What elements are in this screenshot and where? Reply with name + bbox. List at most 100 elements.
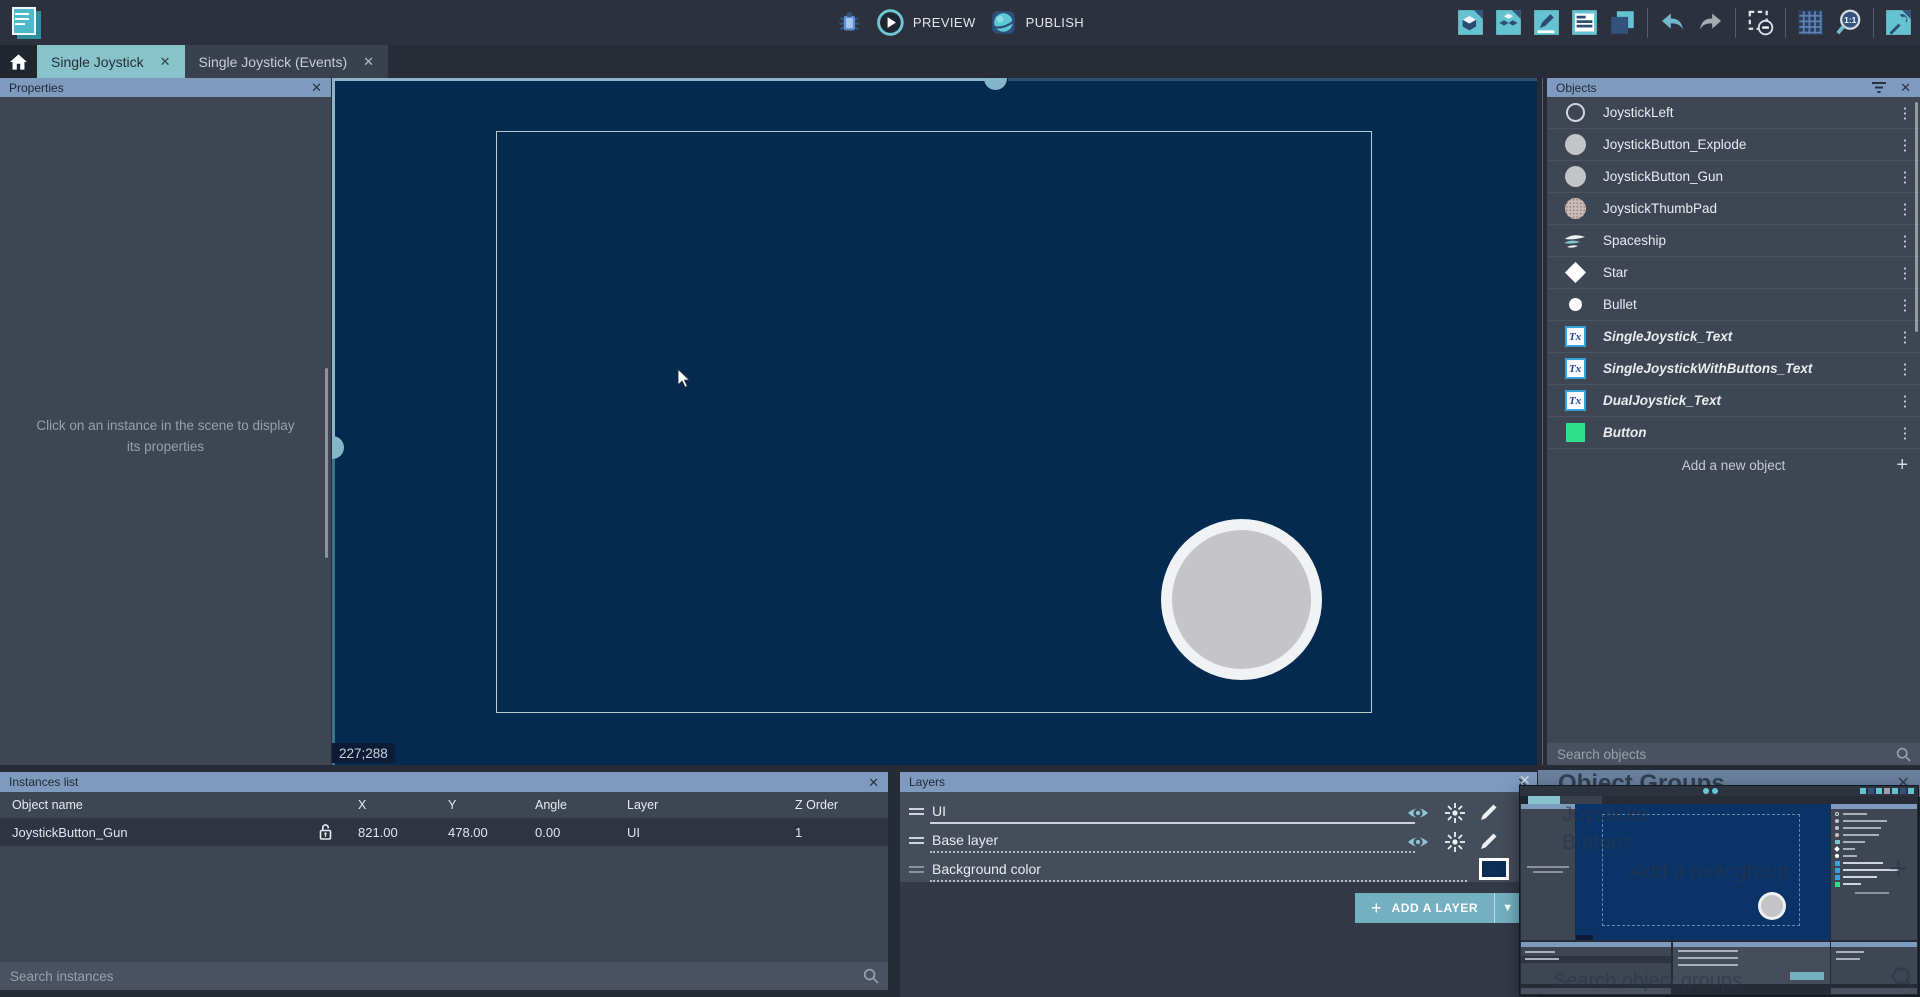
object-groups-icon[interactable] [1495, 9, 1522, 36]
toolbar-separator [1647, 8, 1648, 38]
add-object-icon[interactable] [1457, 9, 1484, 36]
object-name: Spaceship [1603, 233, 1890, 248]
edit-scene-icon[interactable] [1533, 9, 1560, 36]
search-icon [1896, 747, 1911, 762]
grid-icon[interactable] [1797, 9, 1824, 36]
layers-title: Layers [909, 775, 945, 789]
object-row-button[interactable]: Button ⋮ [1547, 417, 1920, 449]
instance-name: JoystickButton_Gun [12, 825, 128, 840]
object-row-joystickbutton-explode[interactable]: JoystickButton_Explode ⋮ [1547, 129, 1920, 161]
preview-button[interactable]: PREVIEW [877, 9, 976, 36]
object-name: SingleJoystickWithButtons_Text [1603, 361, 1890, 376]
canvas-hscrollbar-handle[interactable] [984, 78, 1007, 90]
object-row-bullet[interactable]: Bullet ⋮ [1547, 289, 1920, 321]
instance-angle: 0.00 [535, 825, 560, 840]
layers-header: Layers ✕ [900, 772, 1537, 792]
layer-effects-icon[interactable] [1444, 831, 1466, 853]
layer-row-base[interactable]: Base layer [900, 827, 1537, 856]
text-object-icon: Tx [1565, 390, 1586, 411]
objects-list: JoystickLeft ⋮ JoystickButton_Explode ⋮ … [1547, 97, 1920, 449]
project-manager-icon[interactable] [10, 6, 44, 40]
joystick-button-instance[interactable] [1161, 519, 1322, 680]
settings-icon[interactable] [1885, 9, 1912, 36]
layer-edit-icon[interactable] [1478, 831, 1500, 853]
tab-single-joystick-events[interactable]: Single Joystick (Events) ✕ [185, 45, 389, 78]
ghost-search-placeholder: Search object groups [1553, 970, 1742, 993]
object-row-joystickleft[interactable]: JoystickLeft ⋮ [1547, 97, 1920, 129]
layer-row-ui[interactable]: UI [900, 798, 1537, 827]
layer-visibility-icon[interactable] [1406, 831, 1428, 853]
object-row-dualjoystick-text[interactable]: Tx DualJoystick_Text ⋮ [1547, 385, 1920, 417]
object-menu-icon[interactable]: ⋮ [1890, 392, 1920, 410]
tab-close-icon[interactable]: ✕ [160, 54, 171, 70]
tab-bar: Single Joystick ✕ Single Joystick (Event… [0, 45, 1920, 78]
layer-row-background-color[interactable]: Background color [900, 856, 1537, 885]
redo-icon[interactable] [1697, 9, 1724, 36]
canvas-hscrollbar-track [332, 78, 987, 81]
drag-handle-icon[interactable] [909, 837, 924, 847]
layer-effects-icon[interactable] [1444, 802, 1466, 824]
properties-close-icon[interactable]: ✕ [311, 81, 322, 94]
instances-close-icon[interactable]: ✕ [868, 776, 879, 789]
add-layer-button[interactable]: + ADD A LAYER ▼ [1355, 893, 1520, 923]
delete-selection-icon[interactable] [1747, 9, 1774, 36]
layer-edit-icon[interactable] [1478, 802, 1500, 824]
object-row-joystickthumbpad[interactable]: JoystickThumbPad ⋮ [1547, 193, 1920, 225]
object-name: JoystickButton_Gun [1603, 169, 1890, 184]
instances-header: Instances list ✕ [0, 772, 888, 792]
object-name: JoystickLeft [1603, 105, 1890, 120]
home-tab[interactable] [0, 45, 37, 78]
object-name: SingleJoystick_Text [1603, 329, 1890, 344]
object-menu-icon[interactable]: ⋮ [1890, 424, 1920, 442]
filter-icon[interactable] [1872, 82, 1886, 93]
objects-scrollbar[interactable] [1915, 102, 1918, 332]
search-objects-input[interactable] [1547, 747, 1896, 762]
planet-icon [990, 9, 1017, 36]
properties-scrollbar[interactable] [325, 368, 328, 558]
add-object-button[interactable]: Add a new object + [1547, 450, 1920, 480]
lock-icon[interactable] [318, 823, 333, 846]
object-row-singlejoystickwithbuttons-text[interactable]: Tx SingleJoystickWithButtons_Text ⋮ [1547, 353, 1920, 385]
top-bar: PREVIEW PUBLISH [0, 0, 1920, 45]
undo-icon[interactable] [1659, 9, 1686, 36]
instance-layer: UI [627, 825, 640, 840]
background-color-swatch[interactable] [1479, 858, 1509, 880]
panel-splitter[interactable] [1542, 78, 1543, 765]
layers-editor-icon[interactable] [1609, 9, 1636, 36]
preview-label: PREVIEW [913, 15, 976, 30]
instances-searchbar [0, 962, 888, 990]
toolbar-separator [1785, 8, 1786, 38]
drag-handle-icon[interactable] [909, 808, 924, 818]
objects-searchbar [1547, 743, 1920, 765]
object-row-star[interactable]: Star ⋮ [1547, 257, 1920, 289]
instance-y: 478.00 [448, 825, 488, 840]
search-icon [863, 968, 879, 984]
plus-icon: + [1896, 454, 1908, 477]
project-manager-icon-page [12, 7, 36, 35]
search-instances-input[interactable] [0, 969, 863, 984]
object-row-joystickbutton-gun[interactable]: JoystickButton_Gun ⋮ [1547, 161, 1920, 193]
properties-empty-message: Click on an instance in the scene to dis… [35, 416, 296, 458]
instance-row[interactable]: JoystickButton_Gun 821.00 478.00 0.00 UI… [0, 818, 888, 846]
publish-button[interactable]: PUBLISH [990, 9, 1084, 36]
instances-list-icon[interactable] [1571, 9, 1598, 36]
scene-canvas[interactable]: 227;288 [332, 78, 1537, 765]
layer-visibility-icon[interactable] [1406, 802, 1428, 824]
column-layer: Layer [627, 798, 658, 812]
object-name: JoystickButton_Explode [1603, 137, 1890, 152]
spaceship-icon [1563, 231, 1587, 251]
drag-handle-icon[interactable] [909, 866, 924, 876]
zoom-1-1-icon[interactable]: 1:1 [1835, 9, 1862, 36]
canvas-vscrollbar-handle[interactable] [332, 436, 344, 459]
object-row-singlejoystick-text[interactable]: Tx SingleJoystick_Text ⋮ [1547, 321, 1920, 353]
preview-publish-group: PREVIEW PUBLISH [836, 0, 1084, 45]
tab-close-icon[interactable]: ✕ [363, 54, 374, 70]
white-dot-icon [1569, 298, 1582, 311]
debugger-icon[interactable] [836, 9, 863, 36]
svg-text:1:1: 1:1 [1844, 15, 1856, 25]
tab-single-joystick[interactable]: Single Joystick ✕ [37, 45, 185, 78]
object-menu-icon[interactable]: ⋮ [1890, 360, 1920, 378]
object-row-spaceship[interactable]: Spaceship ⋮ [1547, 225, 1920, 257]
objects-close-icon[interactable]: ✕ [1900, 81, 1911, 94]
instances-column-headers: Object name X Y Angle Layer Z Order [0, 792, 888, 818]
